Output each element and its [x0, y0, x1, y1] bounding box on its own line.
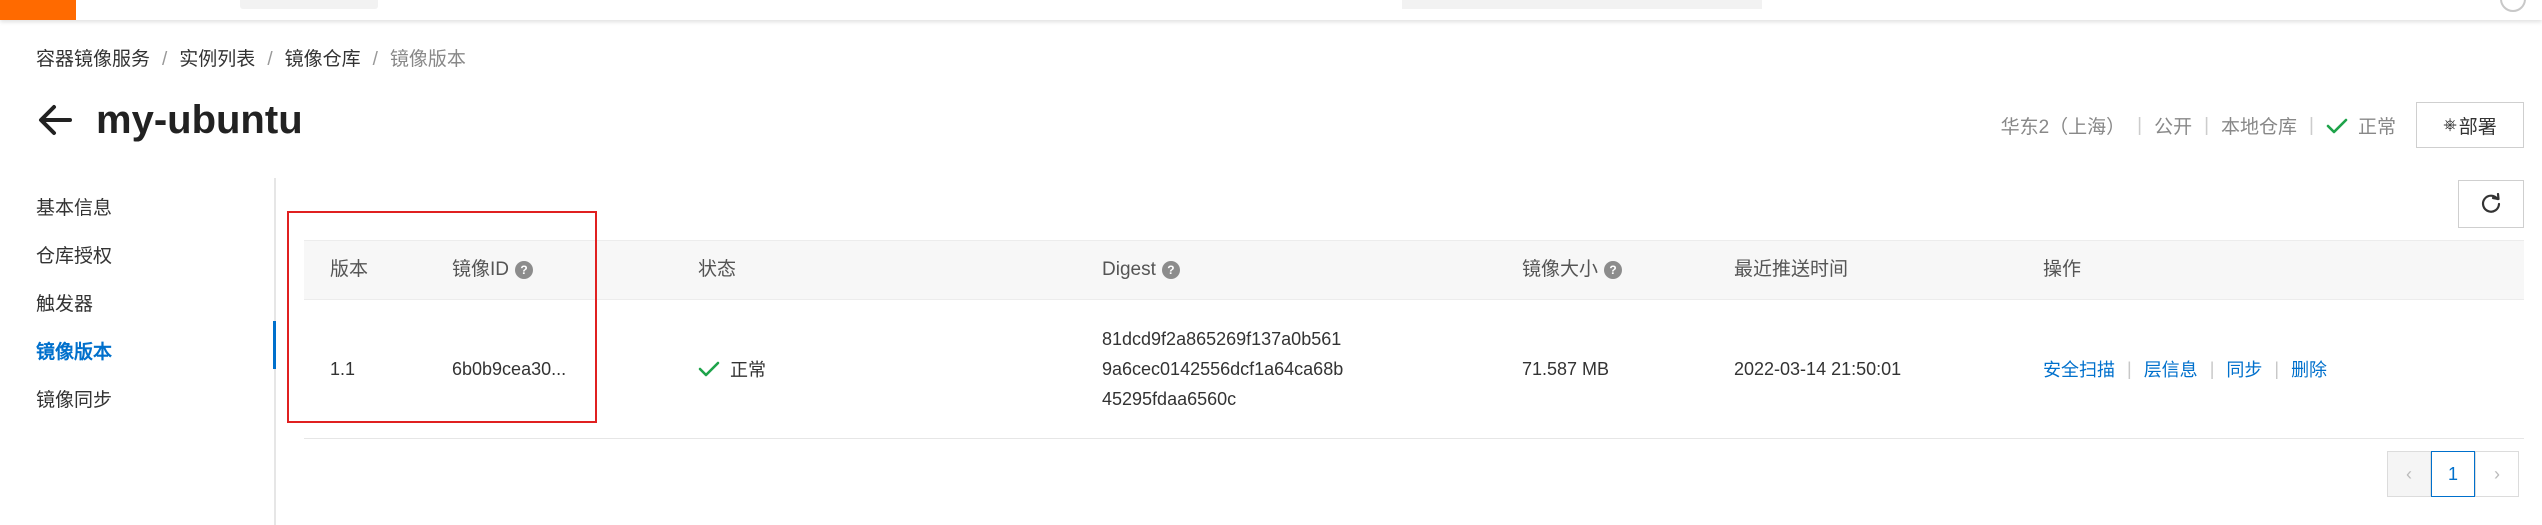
table-row: 1.1 6b0b9cea30... 正常 81dcd9f2a865269f137…	[304, 300, 2524, 439]
security-scan-link[interactable]: 安全扫描	[2043, 356, 2115, 382]
column-header-digest-label: Digest	[1102, 259, 1156, 280]
deploy-icon: ⎈	[2443, 115, 2457, 134]
console-logo[interactable]	[0, 0, 76, 20]
breadcrumb-item-repositories[interactable]: 镜像仓库	[285, 49, 361, 70]
top-menu-button[interactable]	[240, 0, 378, 9]
deploy-label: 部署	[2458, 116, 2497, 138]
column-header-size-label: 镜像大小	[1522, 259, 1599, 280]
column-header-image-id-label: 镜像ID	[452, 259, 510, 280]
status-label: 正常	[730, 360, 766, 380]
digest-line: 81dcd9f2a865269f137a0b561	[1102, 329, 1342, 349]
cell-actions: 安全扫描 | 层信息 | 同步 | 删除	[2043, 300, 2327, 438]
deploy-button[interactable]: ⎈ 部署	[2416, 102, 2524, 148]
breadcrumb-item-service[interactable]: 容器镜像服务	[36, 49, 150, 70]
column-header-size: 镜像大小?	[1522, 241, 1623, 299]
column-header-pushed-time: 最近推送时间	[1734, 259, 1849, 280]
user-avatar[interactable]	[2500, 0, 2526, 12]
meta-divider: |	[2137, 114, 2143, 136]
sync-link[interactable]: 同步	[2226, 356, 2262, 382]
column-header-image-id: 镜像ID?	[452, 241, 534, 299]
pagination-prev-button[interactable]: ‹	[2387, 451, 2431, 497]
sidebar-item-image-versions[interactable]: 镜像版本	[36, 337, 112, 364]
pagination: ‹ 1 ›	[2387, 451, 2519, 497]
meta-divider: |	[2204, 114, 2210, 136]
cell-digest: 81dcd9f2a865269f137a0b561 9a6cec0142556d…	[1102, 300, 1343, 438]
visibility-label: 公开	[2154, 117, 2193, 138]
breadcrumb-separator: /	[267, 49, 273, 70]
repo-status-label: 正常	[2357, 117, 2396, 138]
column-header-status: 状态	[698, 259, 737, 280]
sidebar-item-basic-info[interactable]: 基本信息	[36, 193, 112, 220]
delete-link[interactable]: 删除	[2291, 356, 2327, 382]
help-icon[interactable]: ?	[1161, 260, 1180, 279]
digest-text: 81dcd9f2a865269f137a0b561 9a6cec0142556d…	[1102, 324, 1343, 414]
repository-meta: 华东2（上海） | 公开 | 本地仓库 | 正常	[2001, 112, 2396, 139]
arrow-left-icon[interactable]	[36, 102, 74, 138]
refresh-icon	[2481, 193, 2501, 213]
breadcrumb-separator: /	[372, 49, 378, 70]
top-navigation-bar	[0, 0, 2542, 20]
breadcrumb: 容器镜像服务 / 实例列表 / 镜像仓库 / 镜像版本	[36, 44, 466, 71]
column-header-version: 版本	[330, 259, 369, 280]
column-header-digest: Digest?	[1102, 241, 1180, 299]
meta-divider: |	[2309, 114, 2314, 136]
check-icon	[2326, 118, 2348, 133]
digest-line: 9a6cec0142556dcf1a64ca68b	[1102, 359, 1344, 379]
action-divider: |	[2209, 358, 2215, 379]
action-divider: |	[2127, 358, 2132, 379]
sidebar-item-authorization[interactable]: 仓库授权	[36, 241, 112, 268]
top-search-input[interactable]	[1402, 0, 1762, 9]
refresh-button[interactable]	[2458, 180, 2524, 228]
layer-info-link[interactable]: 层信息	[2144, 356, 2198, 382]
cell-image-id: 6b0b9cea30...	[452, 358, 567, 379]
column-header-actions: 操作	[2043, 259, 2082, 280]
breadcrumb-item-current: 镜像版本	[389, 49, 466, 70]
action-divider: |	[2274, 358, 2280, 379]
help-icon[interactable]: ?	[515, 260, 534, 279]
pagination-next-button[interactable]: ›	[2475, 451, 2519, 497]
cell-pushed-time: 2022-03-14 21:50:01	[1734, 358, 1902, 379]
cell-version: 1.1	[330, 358, 356, 379]
status-indicator: 正常	[698, 356, 766, 382]
breadcrumb-separator: /	[162, 49, 168, 70]
check-icon	[698, 361, 720, 377]
sidebar: 基本信息 仓库授权 触发器 镜像版本 镜像同步	[0, 178, 276, 525]
repo-type-label: 本地仓库	[2221, 117, 2298, 138]
page-title: my-ubuntu	[96, 98, 303, 142]
table-header: 版本 镜像ID? 状态 Digest? 镜像大小? 最近推送时间 操作	[304, 240, 2524, 300]
digest-line: 45295fdaa6560c	[1102, 389, 1237, 409]
image-versions-table: 版本 镜像ID? 状态 Digest? 镜像大小? 最近推送时间 操作 1.1 …	[304, 240, 2524, 439]
help-icon[interactable]: ?	[1604, 260, 1623, 279]
cell-size: 71.587 MB	[1522, 358, 1610, 379]
cell-status: 正常	[698, 300, 766, 438]
sidebar-item-image-sync[interactable]: 镜像同步	[36, 385, 112, 412]
pagination-page-1[interactable]: 1	[2431, 451, 2475, 497]
sidebar-item-triggers[interactable]: 触发器	[36, 289, 93, 316]
breadcrumb-item-instances[interactable]: 实例列表	[179, 49, 255, 70]
region-label: 华东2（上海）	[2000, 117, 2126, 138]
sidebar-active-indicator	[273, 321, 276, 369]
